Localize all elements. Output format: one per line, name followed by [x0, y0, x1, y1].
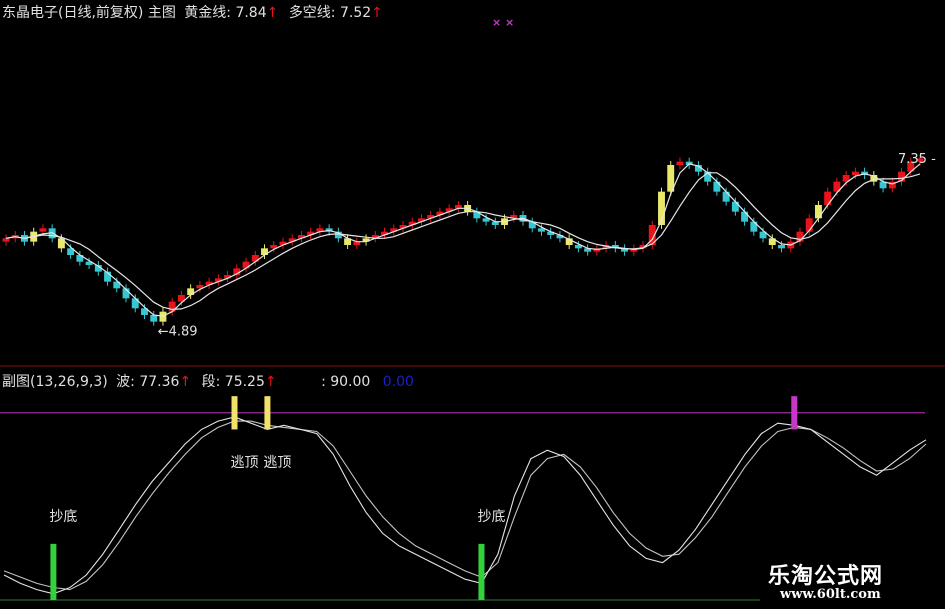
sell-signal-label: 逃顶	[231, 455, 259, 471]
wave-label: 波:	[116, 374, 135, 390]
sub-header: 副图(13,26,9,3) 波: 77.36↑ 段: 75.25↑ : 90.0…	[2, 371, 414, 391]
segment-up-arrow: ↑	[264, 374, 277, 390]
buy-signal-bar	[50, 543, 57, 600]
chart-canvas: ←4.89 7.35 - × × 抄底 逃顶 逃顶抄底	[0, 16, 945, 601]
high-price-label: 7.35 -	[898, 152, 936, 167]
sell-signal-bar	[791, 396, 798, 430]
candle-body	[242, 261, 250, 269]
watermark-url: www.60lt.com	[780, 587, 881, 602]
candle-body	[824, 191, 832, 205]
level-text: : 90.00	[321, 374, 371, 390]
main-header: 东晶电子(日线,前复权) 主图 黄金线: 7.84↑ 多空线: 7.52↑	[2, 2, 383, 22]
candle-body	[150, 315, 158, 322]
buy-signal-label: 抄底	[477, 509, 505, 525]
longshort-up-arrow: ↑	[371, 5, 383, 21]
low-price-label: ←4.89	[158, 325, 198, 340]
buy-signal-label: 抄底	[49, 509, 77, 525]
candle-body	[814, 205, 822, 219]
candle-body	[741, 211, 749, 222]
sell-signal-bar	[231, 396, 238, 430]
sell-signal-label: 逃顶	[263, 455, 291, 471]
watermark-name: 乐淘公式网	[768, 564, 884, 589]
blue-value: 0.00	[382, 374, 414, 390]
candle-body	[778, 245, 785, 249]
segment-value: 75.25	[224, 374, 265, 390]
segment-label: 段:	[201, 374, 221, 390]
magenta-marker: × ×	[492, 16, 514, 29]
candle-body	[851, 171, 859, 175]
sell-signal-bar	[264, 396, 271, 430]
gold-up-arrow: ↑	[266, 5, 279, 21]
longshort-label: 多空线:	[288, 5, 336, 21]
candle-body	[676, 161, 684, 165]
longshort-line-curve	[5, 172, 921, 311]
gold-line-value: 7.84	[235, 5, 267, 21]
candle-body	[713, 181, 721, 192]
longshort-value: 7.52	[339, 5, 372, 21]
candle-body	[39, 228, 47, 232]
main-label: 主图	[147, 5, 176, 21]
candle-body	[731, 201, 739, 212]
main-price-panel: ←4.89 7.35 - × ×	[2, 16, 936, 340]
candle-body	[722, 191, 730, 202]
candle-body	[750, 221, 758, 232]
sub-title: 副图(13,26,9,3)	[2, 374, 108, 390]
wave-value: 77.36	[139, 374, 180, 390]
buy-signal-bar	[478, 543, 485, 600]
candle-body	[2, 238, 10, 242]
stock-title: 东晶电子(日线,前复权)	[2, 5, 144, 21]
gold-line-label: 黄金线:	[184, 5, 231, 21]
wave-up-arrow: ↑	[179, 374, 192, 390]
